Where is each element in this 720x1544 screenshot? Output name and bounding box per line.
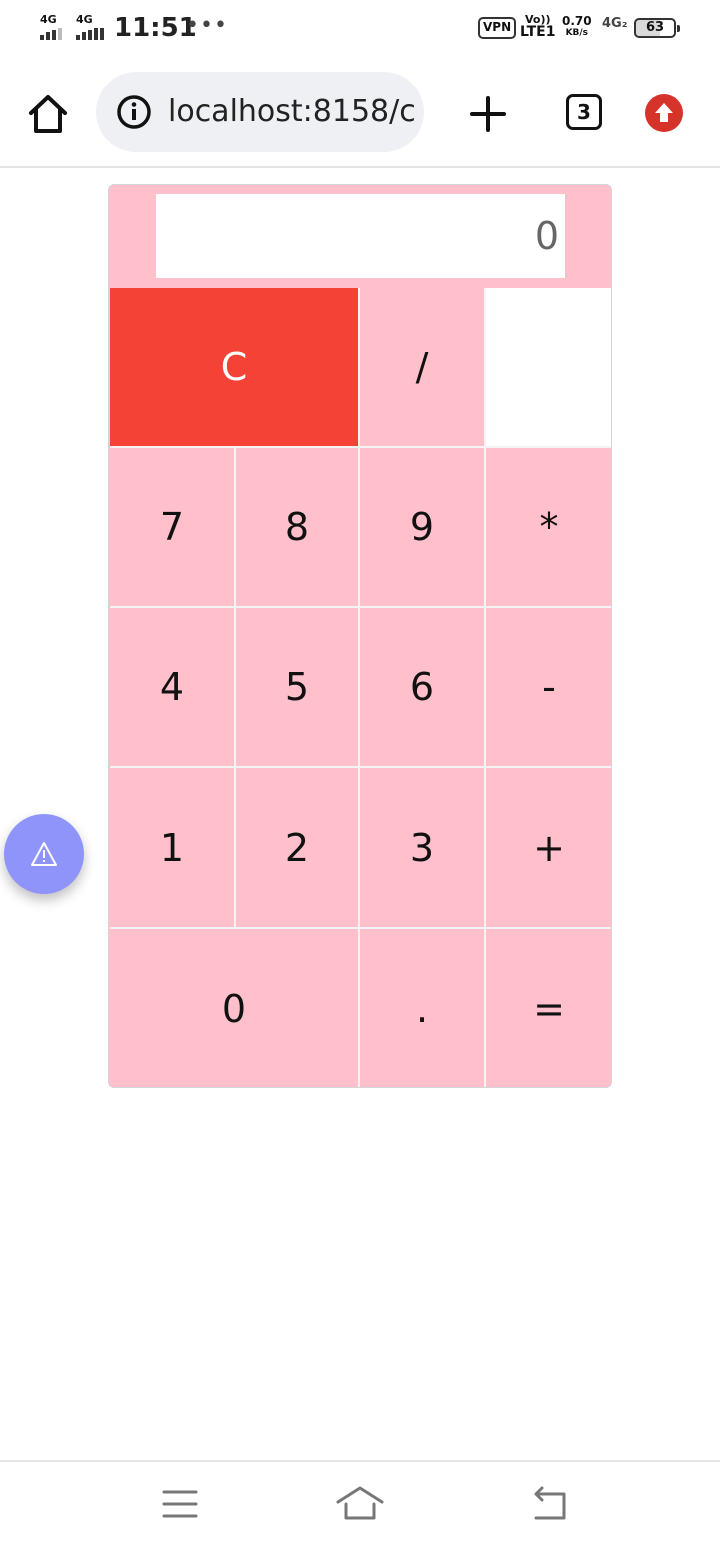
one-button[interactable]: 1 [110, 768, 236, 929]
status-bar: 4G 4G 11:51 ••• VPN Vo)) LTE1 0.70 KB/s … [0, 0, 720, 56]
update-arrow-icon[interactable] [645, 94, 683, 132]
sim2-signal-icon: 4G [76, 14, 106, 40]
status-clock: 11:51 [114, 13, 197, 43]
calculator-display: 0 [156, 194, 565, 278]
zero-button[interactable]: 0 [110, 929, 360, 1087]
browser-toolbar: localhost:8158/c 3 [0, 56, 720, 168]
home-nav-icon[interactable] [336, 1484, 384, 1524]
clear-button[interactable]: C [110, 288, 360, 448]
calculator: 0 C / 7 8 9 * 4 5 6 - 1 2 3 + 0 . = [108, 184, 612, 1088]
battery-icon: 63 [634, 18, 680, 38]
nine-button[interactable]: 9 [360, 448, 486, 608]
network-speed-value: 0.70 [562, 14, 592, 28]
tab-switcher-button[interactable]: 3 [566, 94, 602, 130]
sim1-network-label: 4G [40, 13, 57, 26]
two-button[interactable]: 2 [236, 768, 360, 929]
add-button[interactable]: + [486, 768, 611, 929]
sim1-signal-icon: 4G [40, 14, 70, 40]
network-type-icon: 4G₂ [602, 16, 628, 31]
seven-button[interactable]: 7 [110, 448, 236, 608]
five-button[interactable]: 5 [236, 608, 360, 768]
system-nav-bar [0, 1460, 720, 1544]
three-button[interactable]: 3 [360, 768, 486, 929]
address-bar[interactable]: localhost:8158/c [96, 72, 424, 152]
more-notifications-icon: ••• [186, 13, 228, 38]
home-icon[interactable] [26, 92, 70, 136]
network-speed: 0.70 KB/s [562, 15, 592, 39]
back-icon[interactable] [526, 1484, 574, 1524]
equals-button[interactable]: = [486, 929, 611, 1087]
warning-icon [31, 842, 57, 866]
floating-warning-button[interactable] [4, 814, 84, 894]
battery-level: 63 [645, 20, 665, 35]
new-tab-plus-icon[interactable] [466, 92, 510, 136]
four-button[interactable]: 4 [110, 608, 236, 768]
network-speed-unit: KB/s [565, 28, 589, 38]
divide-button[interactable]: / [360, 288, 486, 448]
url-text[interactable]: localhost:8158/c [168, 90, 416, 134]
volte-icon: Vo)) LTE1 [520, 14, 556, 40]
menu-icon[interactable] [156, 1484, 204, 1524]
multiply-button[interactable]: * [486, 448, 611, 608]
info-icon[interactable] [116, 94, 152, 130]
tab-count-label: 3 [577, 100, 591, 124]
decimal-button[interactable]: . [360, 929, 486, 1087]
eight-button[interactable]: 8 [236, 448, 360, 608]
volte-bottom-label: LTE1 [520, 24, 556, 40]
sim2-network-label: 4G [76, 13, 93, 26]
empty-cell [486, 288, 611, 448]
subtract-button[interactable]: - [486, 608, 611, 768]
vpn-icon: VPN [478, 17, 517, 39]
six-button[interactable]: 6 [360, 608, 486, 768]
